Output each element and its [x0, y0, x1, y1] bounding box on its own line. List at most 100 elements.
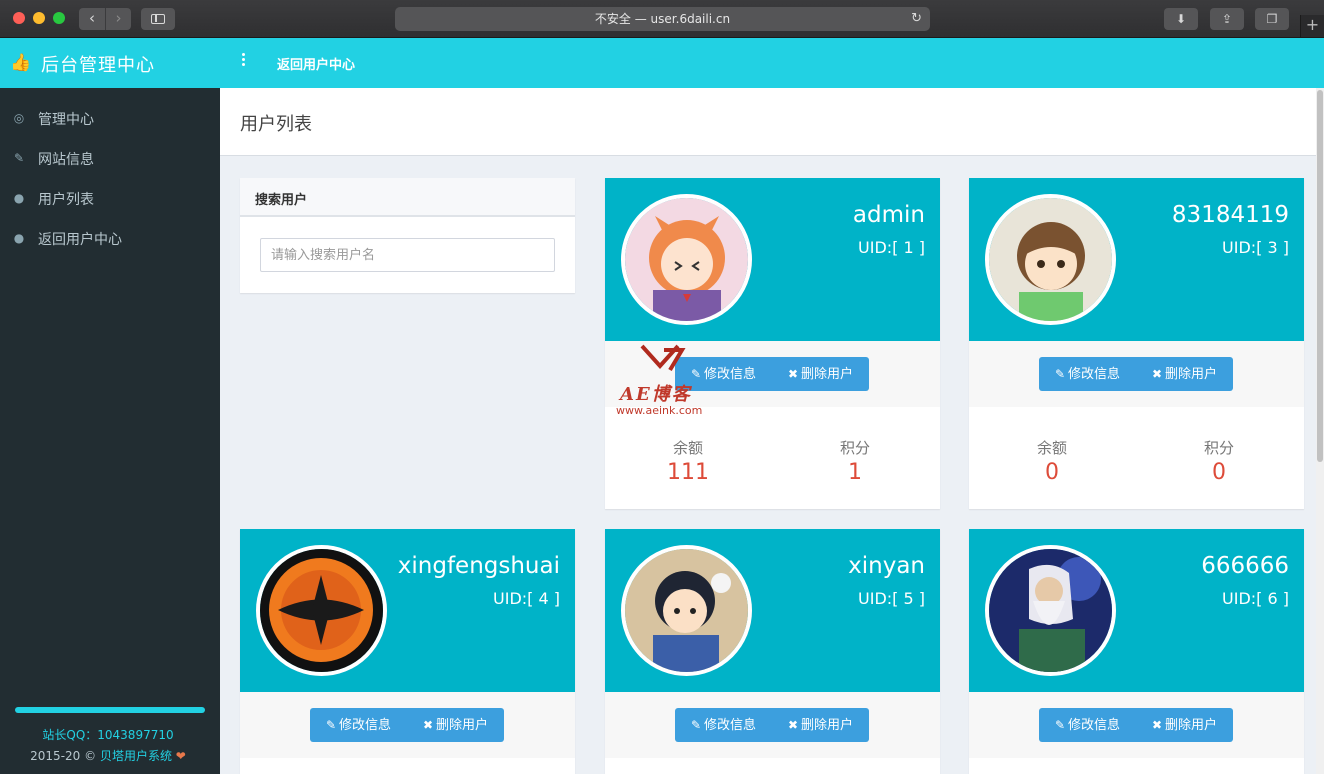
- system-link[interactable]: 贝塔用户系统: [100, 749, 172, 763]
- user-card-actions: ✎ 修改信息 ✖ 删除用户: [605, 692, 940, 758]
- menu-toggle-button[interactable]: [242, 53, 248, 68]
- page-title: 用户列表: [240, 114, 312, 135]
- pencil-icon: ✎: [1054, 718, 1066, 732]
- points-label: 积分: [839, 439, 870, 457]
- user-card-header: xingfengshuai UID:[ 4 ]: [240, 529, 575, 692]
- delete-user-button[interactable]: ✖ 删除用户: [772, 357, 869, 391]
- sidebar-item-user-list[interactable]: ● 用户列表: [0, 178, 220, 218]
- app-header: 👍 后台管理中心 返回用户中心: [0, 38, 1324, 88]
- user-id: UID:[ 4 ]: [493, 589, 560, 608]
- user-card-header: admin UID:[ 1 ]: [605, 178, 940, 341]
- dot-icon: [242, 53, 245, 56]
- user-card-stats: 余额 111 积分 1: [605, 407, 940, 507]
- forward-button[interactable]: ›: [105, 8, 131, 30]
- edit-user-button[interactable]: ✎ 修改信息: [1039, 708, 1136, 742]
- points-stat: 积分 1: [795, 437, 915, 485]
- sidebar-item-back-user-center[interactable]: ● 返回用户中心: [0, 218, 220, 258]
- show-sidebar-button[interactable]: [141, 8, 175, 30]
- user-card-stats: 余额 0 积分 0: [969, 407, 1304, 507]
- user-card: xinyan UID:[ 5 ] ✎ 修改信息 ✖ 删除用户: [605, 529, 940, 774]
- sidebar-divider: [15, 707, 205, 713]
- close-icon: ✖: [787, 367, 799, 381]
- user-card: 83184119 UID:[ 3 ] ✎ 修改信息 ✖ 删除用户 余额 0 积分 0: [969, 178, 1304, 509]
- sidebar-item-label: 返回用户中心: [38, 232, 122, 248]
- url-text: 不安全 — user.6daili.cn: [594, 12, 731, 26]
- balance-stat: 余额 0: [992, 437, 1112, 485]
- zoom-window-button[interactable]: [53, 12, 65, 24]
- close-window-button[interactable]: [13, 12, 25, 24]
- action-button-group: ✎ 修改信息 ✖ 删除用户: [675, 708, 869, 742]
- pencil-icon: ✎: [1054, 367, 1066, 381]
- sidebar-item-site-info[interactable]: ✎ 网站信息: [0, 138, 220, 178]
- main-content: 用户列表 搜索用户 admin UID:[ 1 ]: [220, 88, 1316, 774]
- delete-label: 删除用户: [801, 718, 854, 733]
- address-bar[interactable]: 不安全 — user.6daili.cn ↻: [395, 7, 930, 31]
- balance-stat: 余额 111: [628, 437, 748, 485]
- close-icon: ✖: [1151, 367, 1163, 381]
- edit-user-button[interactable]: ✎ 修改信息: [1039, 357, 1136, 391]
- avatar-image: [625, 549, 748, 672]
- reload-icon[interactable]: ↻: [911, 7, 922, 31]
- page-scrollbar[interactable]: [1316, 88, 1324, 774]
- watermark: AE博客 www.aeink.com: [616, 338, 736, 420]
- back-button[interactable]: ‹: [79, 8, 105, 30]
- back-to-user-center-link[interactable]: 返回用户中心: [277, 54, 355, 73]
- dot-icon: [242, 63, 245, 66]
- brand-title: 后台管理中心: [41, 55, 155, 76]
- close-icon: ✖: [422, 718, 434, 732]
- sidebar-item-label: 用户列表: [38, 192, 94, 208]
- pencil-icon: ✎: [325, 718, 337, 732]
- sidebar-item-label: 管理中心: [38, 112, 94, 128]
- page-header: 用户列表: [220, 88, 1316, 156]
- sidebar-item-label: 网站信息: [38, 152, 94, 168]
- delete-label: 删除用户: [801, 367, 854, 382]
- avatar: [621, 194, 752, 325]
- tab-overview-button[interactable]: ❐: [1255, 8, 1289, 30]
- plus-icon: +: [1305, 15, 1320, 34]
- delete-user-button[interactable]: ✖ 删除用户: [1136, 708, 1233, 742]
- edit-label: 修改信息: [704, 718, 757, 733]
- watermark-url: www.aeink.com: [616, 404, 703, 417]
- sidebar-item-admin-center[interactable]: ◎ 管理中心: [0, 98, 220, 138]
- sidebar: ◎ 管理中心 ✎ 网站信息 ● 用户列表 ● 返回用户中心 站长QQ：10438…: [0, 88, 220, 774]
- delete-user-button[interactable]: ✖ 删除用户: [407, 708, 504, 742]
- balance-value: 0: [1045, 460, 1059, 485]
- user-id: UID:[ 5 ]: [858, 589, 925, 608]
- search-panel-header: 搜索用户: [240, 178, 575, 217]
- avatar-image: [625, 198, 748, 321]
- scrollbar-thumb[interactable]: [1317, 90, 1323, 462]
- new-tab-button[interactable]: +: [1300, 15, 1324, 37]
- avatar-image: [989, 198, 1112, 321]
- user-card-actions: ✎ 修改信息 ✖ 删除用户: [969, 341, 1304, 407]
- edit-user-button[interactable]: ✎ 修改信息: [310, 708, 407, 742]
- user-icon: ●: [13, 191, 25, 205]
- balance-value: 111: [667, 460, 709, 485]
- username: xinyan: [848, 553, 925, 579]
- user-card-actions: ✎ 修改信息 ✖ 删除用户: [969, 692, 1304, 758]
- user-icon: ●: [13, 231, 25, 245]
- download-icon: ⬇: [1175, 12, 1187, 26]
- avatar-image: [260, 549, 383, 672]
- action-button-group: ✎ 修改信息 ✖ 删除用户: [1039, 708, 1233, 742]
- dashboard-icon: ◎: [13, 111, 25, 125]
- tabs-icon: ❐: [1266, 12, 1278, 26]
- avatar: [985, 545, 1116, 676]
- user-card-actions: ✎ 修改信息 ✖ 删除用户: [240, 692, 575, 758]
- edit-label: 修改信息: [1068, 367, 1121, 382]
- balance-label: 余额: [1036, 439, 1067, 457]
- downloads-button[interactable]: ⬇: [1164, 8, 1198, 30]
- search-user-input[interactable]: [260, 238, 555, 272]
- dot-icon: [242, 58, 245, 61]
- delete-user-button[interactable]: ✖ 删除用户: [772, 708, 869, 742]
- delete-label: 删除用户: [1165, 718, 1218, 733]
- close-icon: ✖: [1151, 718, 1163, 732]
- edit-user-button[interactable]: ✎ 修改信息: [675, 708, 772, 742]
- minimize-window-button[interactable]: [33, 12, 45, 24]
- brand[interactable]: 👍 后台管理中心: [0, 38, 220, 88]
- delete-user-button[interactable]: ✖ 删除用户: [1136, 357, 1233, 391]
- chevron-left-icon: ‹: [89, 9, 95, 27]
- share-button[interactable]: ⇪: [1210, 8, 1244, 30]
- points-label: 积分: [1203, 439, 1234, 457]
- balance-label: 余额: [672, 439, 703, 457]
- share-icon: ⇪: [1221, 12, 1233, 26]
